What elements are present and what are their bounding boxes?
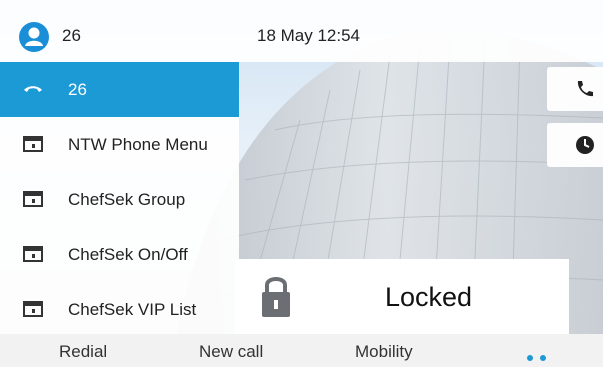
status-extension: 26 bbox=[62, 26, 81, 45]
line-item-label: ChefSek On/Off bbox=[68, 245, 188, 264]
redial-softkey[interactable]: Redial bbox=[59, 342, 107, 362]
status-bar: 26 18 May 12:54 bbox=[0, 0, 603, 62]
softkey-bar: Redial New call Mobility bbox=[0, 334, 603, 367]
line-item-chefsek-vip-list[interactable]: ChefSek VIP List bbox=[0, 282, 239, 337]
page-dot bbox=[540, 355, 547, 361]
lock-icon bbox=[262, 277, 290, 317]
mobility-softkey[interactable]: Mobility bbox=[355, 342, 413, 362]
line-item-chefsek-group[interactable]: ChefSek Group bbox=[0, 172, 239, 227]
line-item-label: 26 bbox=[68, 80, 87, 99]
line-item-label: ChefSek VIP List bbox=[68, 300, 197, 319]
clock-icon bbox=[576, 136, 594, 154]
new-call-softkey[interactable]: New call bbox=[199, 342, 263, 362]
line-list: 26 NTW Phone Menu ChefSek Group ChefSek … bbox=[0, 62, 239, 337]
history-button[interactable] bbox=[547, 123, 603, 167]
service-window-icon bbox=[23, 246, 43, 262]
status-datetime: 18 May 12:54 bbox=[257, 26, 361, 45]
service-window-icon bbox=[23, 191, 43, 207]
line-item-chefsek-on-off[interactable]: ChefSek On/Off bbox=[0, 227, 239, 282]
line-item-ntw-phone-menu[interactable]: NTW Phone Menu bbox=[0, 117, 239, 172]
service-window-icon bbox=[23, 136, 43, 152]
page-dots-icon[interactable] bbox=[527, 348, 549, 366]
recents-call-button[interactable] bbox=[547, 67, 603, 111]
handset-icon bbox=[24, 86, 42, 92]
page-dot-active bbox=[527, 355, 533, 361]
line-item-26[interactable]: 26 bbox=[0, 62, 239, 117]
line-item-label: NTW Phone Menu bbox=[68, 135, 208, 154]
locked-popup: Locked bbox=[235, 259, 569, 334]
line-item-label: ChefSek Group bbox=[68, 190, 186, 209]
user-icon bbox=[19, 22, 49, 52]
phone-icon bbox=[577, 81, 593, 97]
locked-text: Locked bbox=[385, 282, 473, 312]
service-window-icon bbox=[23, 301, 43, 317]
